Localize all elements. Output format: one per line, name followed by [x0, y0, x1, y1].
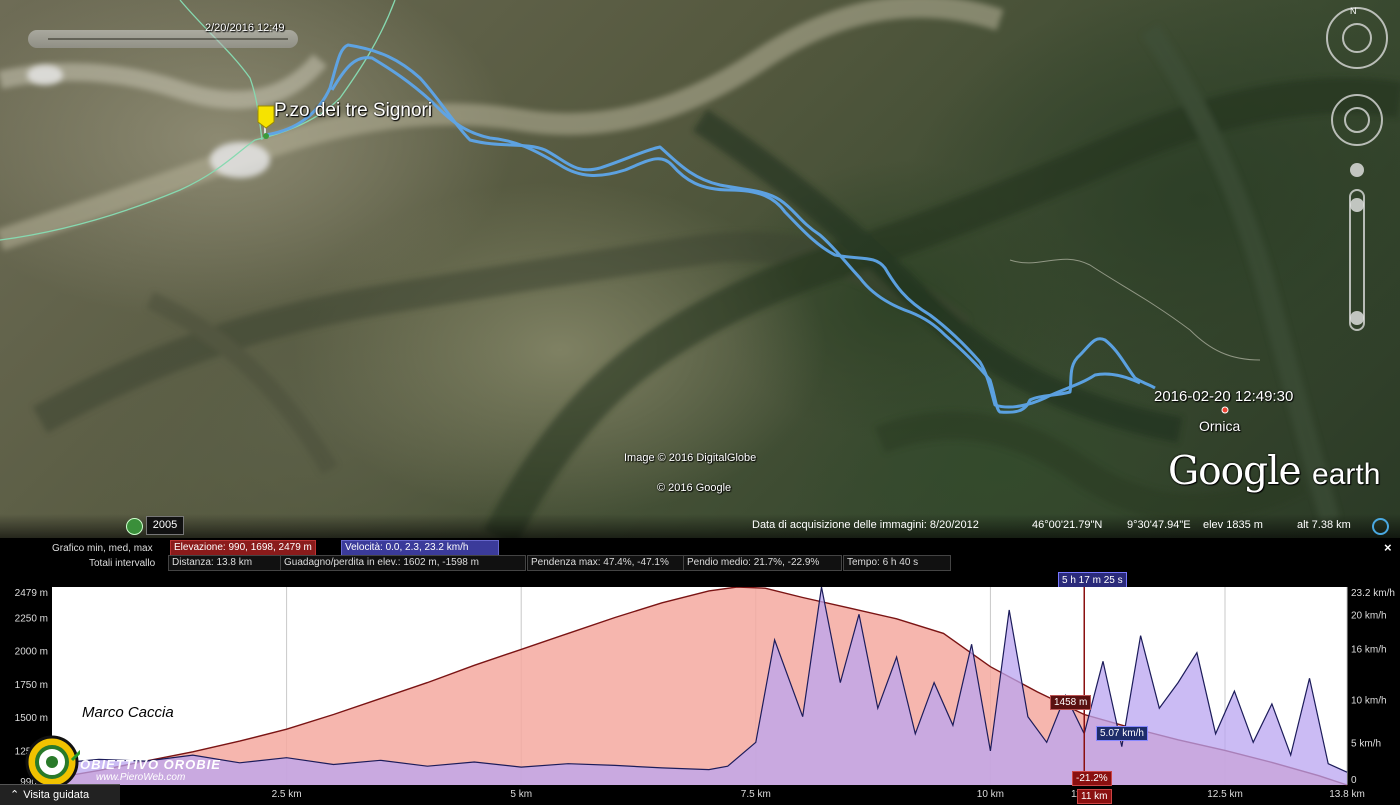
move-joystick-icon[interactable] [1344, 107, 1370, 133]
y-right-tick-label: 10 km/h [1351, 696, 1387, 707]
x-tick-label: 5 km [510, 789, 532, 800]
y-left-tick-label: 1750 m [15, 680, 48, 691]
gain-loss-stat: Guadagno/perdita in elev.: 1602 m, -1598… [280, 555, 526, 571]
y-left-tick-label: 2250 m [15, 613, 48, 624]
y-right-tick-label: 16 km/h [1351, 644, 1387, 655]
y-right-tick-label: 5 km/h [1351, 738, 1381, 749]
guided-tour-label: Visita guidata [23, 789, 90, 801]
slope-max-stat: Pendenza max: 47.4%, -47.1% [527, 555, 686, 571]
x-tick-label: 10 km [977, 789, 1004, 800]
navigation-controls[interactable]: N [1316, 0, 1396, 340]
y-left-tick-label: 1500 m [15, 713, 48, 724]
elevation-readout: elev 1835 m [1203, 519, 1263, 531]
logo-url: www.PieroWeb.com [96, 772, 186, 783]
acquisition-date: Data di acquisizione delle immagini: 8/2… [752, 519, 979, 531]
history-year[interactable]: 2005 [146, 516, 184, 535]
road-line [1009, 258, 1261, 361]
look-ring-icon[interactable] [1326, 7, 1388, 69]
time-slider-track[interactable] [48, 38, 288, 40]
brand-google: Google [1168, 449, 1302, 494]
longitude-readout: 9°30'47.94"E [1127, 519, 1191, 531]
latitude-readout: 46°00'21.79"N [1032, 519, 1103, 531]
time-stat: Tempo: 6 h 40 s [843, 555, 951, 571]
imagery-copyright: Image © 2016 DigitalGlobe [624, 452, 757, 464]
chevron-up-icon: ⌃ [10, 789, 20, 801]
google-copyright: © 2016 Google [657, 482, 732, 494]
graph-label: Grafico min, med, max [52, 543, 153, 554]
town-label[interactable]: Ornica [1199, 418, 1240, 434]
north-icon[interactable]: N [1350, 6, 1357, 16]
track-end-label[interactable]: 2016-02-20 12:49:30 [1154, 388, 1293, 405]
guided-tour-button[interactable]: ⌃ Visita guidata [0, 784, 120, 805]
zoom-handle-icon[interactable] [1350, 198, 1364, 212]
look-joystick-icon[interactable] [1342, 23, 1372, 53]
speed-stat-button[interactable]: Velocità: 0.0, 2.3, 23.2 km/h [341, 540, 499, 556]
zoom-in-icon[interactable] [1350, 163, 1364, 177]
totals-label: Totali intervallo [89, 558, 156, 569]
elevation-speed-chart[interactable]: 2.5 km 5 km 7.5 km 10 km 11 km 12.5 km 13.8 km… [0, 587, 1400, 805]
close-profile-button[interactable]: × [1384, 540, 1392, 555]
brand-earth: earth [1312, 458, 1381, 491]
author-watermark: Marco Caccia [82, 704, 174, 721]
elevation-stat-button[interactable]: Elevazione: 990, 1698, 2479 m [170, 540, 316, 556]
streaming-status-icon [1372, 518, 1389, 535]
move-ring-icon[interactable] [1331, 94, 1383, 146]
town-marker-icon[interactable] [1221, 406, 1229, 414]
altitude-readout: alt 7.38 km [1297, 519, 1351, 531]
logo-text: OBIETTIVO OROBIE [80, 757, 221, 772]
y-right-tick-label: 23.2 km/h [1351, 588, 1395, 599]
cursor-speed-label: 5.07 km/h [1096, 726, 1148, 741]
slope-avg-stat: Pendio medio: 21.7%, -22.9% [683, 555, 842, 571]
y-right-tick-label: 0 [1351, 775, 1357, 786]
x-tick-label: 7.5 km [741, 789, 771, 800]
cursor-slope-label: -21.2% [1072, 771, 1112, 786]
history-clock-icon[interactable] [126, 518, 143, 535]
cursor-elevation-label: 1458 m [1050, 695, 1092, 710]
zoom-out-icon[interactable] [1350, 311, 1364, 325]
x-tick-label: 12.5 km [1207, 789, 1243, 800]
satellite-map[interactable]: 2/20/2016 12:49 P.zo dei tre Signori 201… [0, 0, 1400, 538]
y-left-tick-label: 2000 m [15, 647, 48, 658]
x-tick-label: 2.5 km [272, 789, 302, 800]
y-left-tick-label: 2479 m [15, 588, 48, 599]
cursor-distance-label: 11 km [1077, 789, 1112, 804]
google-earth-logo: Google earth [1168, 449, 1380, 494]
time-slider-date: 2/20/2016 12:49 [205, 22, 285, 34]
distance-stat: Distanza: 13.8 km [168, 555, 283, 571]
x-tick-label: 13.8 km [1329, 789, 1365, 800]
peak-label[interactable]: P.zo dei tre Signori [274, 100, 432, 122]
y-right-tick-label: 20 km/h [1351, 610, 1387, 621]
obiettivo-orobie-logo-icon [25, 735, 80, 789]
